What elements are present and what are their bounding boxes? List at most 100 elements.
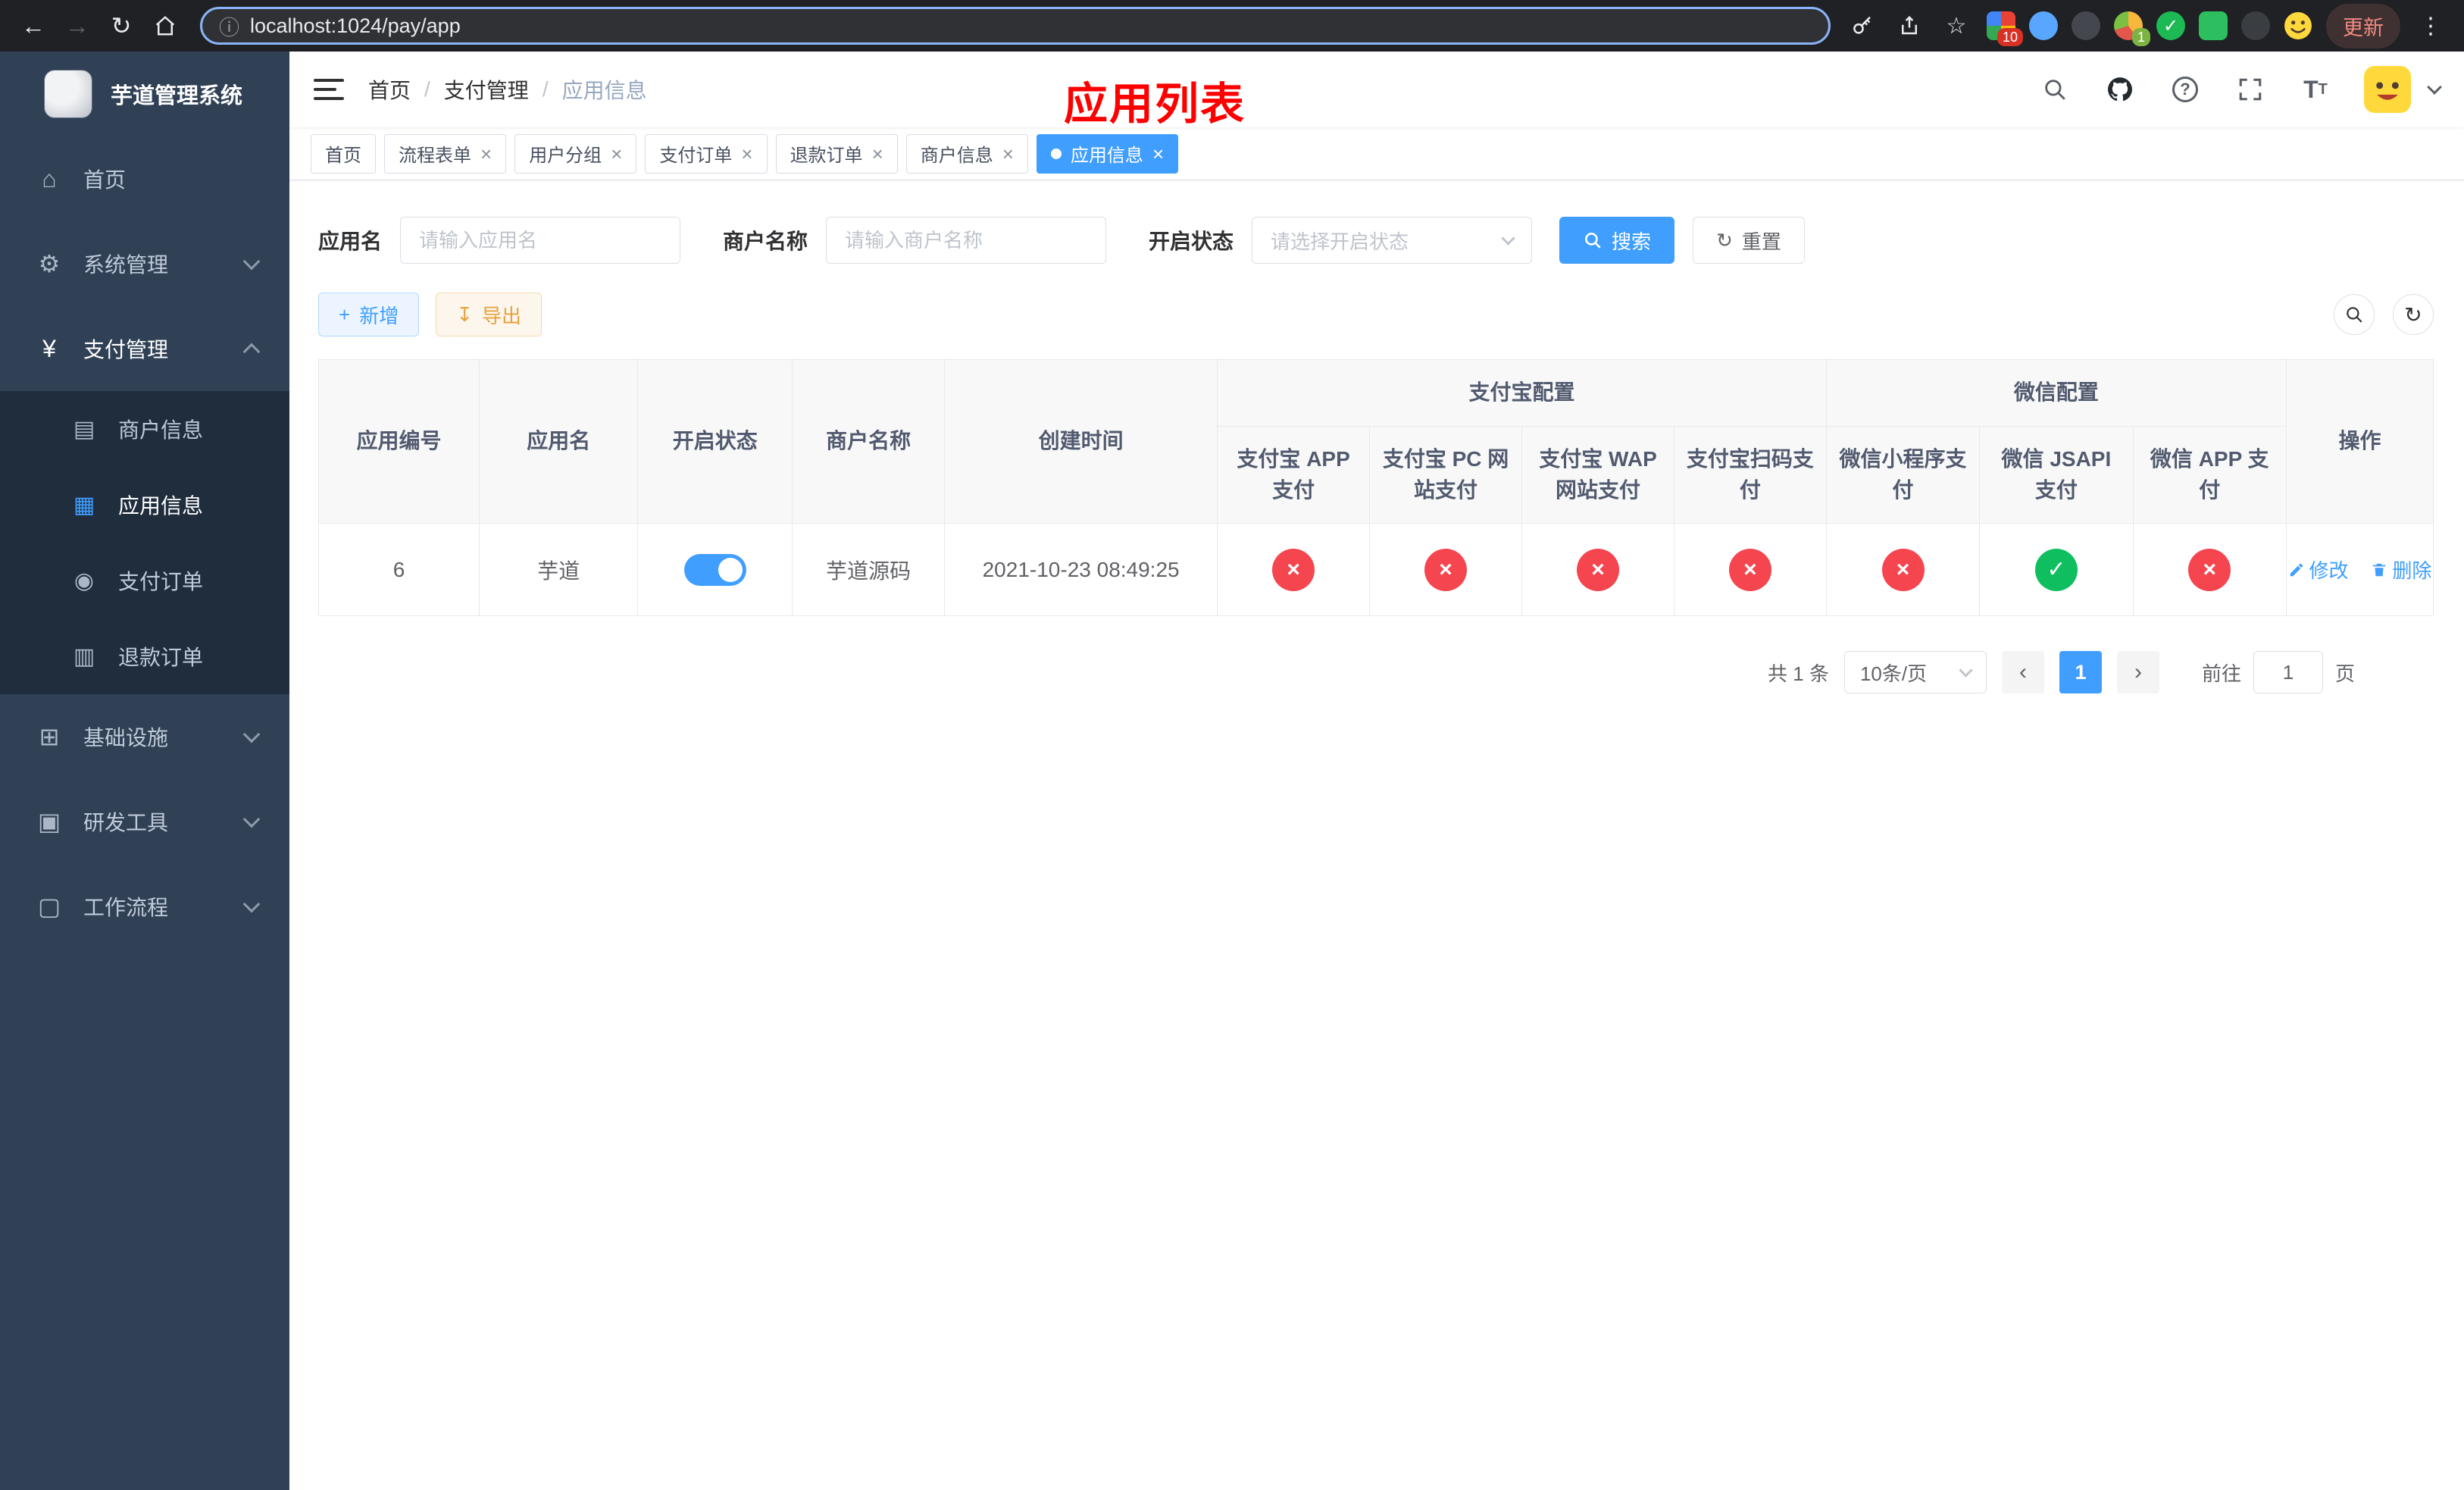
extension-puzzle-icon[interactable] [2241,11,2270,40]
password-key-icon[interactable] [1846,9,1879,42]
sidebar-item-workflow[interactable]: ▢ 工作流程 [0,864,289,949]
fullscreen-icon[interactable] [2234,73,2267,106]
sidebar-item-pay-orders[interactable]: ◉ 支付订单 [0,543,289,618]
reset-button[interactable]: ↻ 重置 [1693,217,1805,264]
breadcrumb-current: 应用信息 [561,79,647,102]
sidebar-item-home[interactable]: ⌂ 首页 [0,136,289,221]
sidebar-item-payment[interactable]: ¥ 支付管理 [0,306,289,391]
tab-app-info[interactable]: 应用信息 × [1036,133,1179,174]
close-icon[interactable]: × [872,144,883,164]
extension-green-icon[interactable] [2199,11,2228,40]
breadcrumb-home[interactable]: 首页 [368,74,411,105]
download-icon: ↧ [456,302,473,326]
tab-user-group[interactable]: 用户分组 × [514,133,637,174]
site-info-icon[interactable]: ⓘ [219,11,239,41]
sidebar-item-merchant-info[interactable]: ▤ 商户信息 [0,391,289,467]
sidebar-toggle-icon[interactable] [314,73,347,106]
edit-button[interactable]: 修改 [2288,556,2349,584]
refresh-table-icon[interactable]: ↻ [2393,294,2434,335]
avatar[interactable] [2364,66,2411,113]
tab-home[interactable]: 首页 [311,133,376,174]
delete-button[interactable]: 删除 [2371,556,2431,584]
cell-alipay-wap: × [1521,523,1674,616]
home-icon: ⌂ [42,164,57,193]
forward-icon[interactable]: → [58,6,97,45]
close-icon[interactable]: × [741,144,752,164]
sidebar-item-infrastructure[interactable]: ⊞ 基础设施 [0,694,289,779]
tab-refund-orders[interactable]: 退款订单 × [775,133,898,174]
page-size-select[interactable]: 10条/页 [1843,651,1987,693]
yen-icon: ¥ [42,334,56,362]
toggle-search-icon[interactable] [2334,294,2375,335]
search-button[interactable]: 搜索 [1559,217,1675,264]
extension-multi-icon[interactable]: 1 [2114,11,2150,46]
sidebar-item-app-info[interactable]: ▦ 应用信息 [0,467,289,543]
page-1-button[interactable]: 1 [2059,651,2102,693]
col-wx-mini: 微信小程序支付 [1825,426,1981,524]
plus-icon: + [339,302,351,326]
cell-merchant: 芋道源码 [792,523,946,616]
sidebar-item-dev-tools[interactable]: ▣ 研发工具 [0,779,289,864]
status-select[interactable]: 请选择开启状态 [1252,217,1533,264]
status-fail-icon: × [1424,548,1468,591]
tab-merchant-info[interactable]: 商户信息 × [905,133,1028,174]
font-size-icon[interactable]: TT [2299,73,2332,106]
cell-alipay-qr: × [1673,523,1827,616]
prev-page-button[interactable]: ‹ [2001,651,2044,693]
extension-dark-icon[interactable] [2072,11,2100,40]
browser-menu-icon[interactable]: ⋮ [2414,9,2447,42]
close-icon[interactable]: × [611,144,622,164]
close-icon[interactable]: × [1152,144,1164,164]
tag-view-bar: 首页 流程表单 × 用户分组 × 支付订单 × 退款订单 × 商户信息 × 应用信息 × [289,127,2464,180]
back-icon[interactable]: ← [14,6,53,45]
browser-toolbar: ← → ↻ ⓘ localhost:1024/pay/app ☆ 10 1 ✓ … [0,0,2464,52]
annotation-title: 应用列表 [1064,80,1246,129]
breadcrumb-separator: / [424,77,430,101]
tab-process-form[interactable]: 流程表单 × [384,133,507,174]
tab-pay-orders[interactable]: 支付订单 × [645,133,768,174]
browser-actions: ☆ 10 1 ✓ 更新 ⋮ [1846,3,2450,49]
merchant-name-input[interactable] [845,228,1088,252]
search-icon[interactable] [2038,73,2072,106]
cell-wx-app: × [2132,523,2287,616]
extension-blue-icon[interactable] [2029,11,2058,40]
sidebar-item-refund-orders[interactable]: ▥ 退款订单 [0,618,289,694]
col-alipay-qr: 支付宝扫码支付 [1673,426,1827,524]
goto-page-input[interactable] [2253,651,2323,693]
refresh-icon[interactable]: ↻ [102,6,141,45]
extension-smiley-icon[interactable] [2284,11,2312,40]
close-icon[interactable]: × [480,144,492,164]
address-bar[interactable]: ⓘ localhost:1024/pay/app [200,7,1831,45]
col-ops: 操作 [2285,359,2434,524]
next-page-button[interactable]: › [2116,651,2159,693]
status-fail-icon: × [1272,548,1315,591]
close-icon[interactable]: × [1002,144,1014,164]
extension-grid-icon[interactable]: 10 [1987,11,2023,46]
app-logo-row: 芋道管理系统 [0,52,289,136]
payment-submenu: ▤ 商户信息 ▦ 应用信息 ◉ 支付订单 ▥ 退款订单 [0,391,289,694]
home-icon[interactable] [145,6,185,45]
col-group-wechat: 微信配置 [1825,359,2287,427]
github-icon[interactable] [2103,73,2137,106]
sidebar-item-system[interactable]: ⚙ 系统管理 [0,221,289,306]
app-title: 芋道管理系统 [111,84,243,108]
export-button[interactable]: ↧ 导出 [436,293,543,337]
extension-check-icon[interactable]: ✓ [2156,11,2185,40]
breadcrumb: 首页 / 支付管理 / 应用信息 [368,74,647,105]
toolbox-icon: ▣ [37,808,61,835]
chevron-down-icon [242,810,261,828]
cell-app-name: 芋道 [479,523,639,616]
browser-update-button[interactable]: 更新 [2326,3,2400,49]
bookmark-star-icon[interactable]: ☆ [1940,9,1973,42]
chevron-up-icon [242,343,261,361]
chevron-down-icon[interactable] [2427,80,2442,95]
pagination: 共 1 条 10条/页 ‹ 1 › 前往 页 [318,651,2434,693]
add-button[interactable]: + 新增 [318,293,420,337]
breadcrumb-payment[interactable]: 支付管理 [444,74,529,105]
app-name-input[interactable] [419,228,662,252]
help-icon[interactable]: ? [2169,73,2202,106]
share-icon[interactable] [1893,9,1926,42]
status-toggle[interactable] [683,553,746,586]
page-label: 页 [2334,662,2355,685]
grid-icon: ▦ [73,492,95,518]
